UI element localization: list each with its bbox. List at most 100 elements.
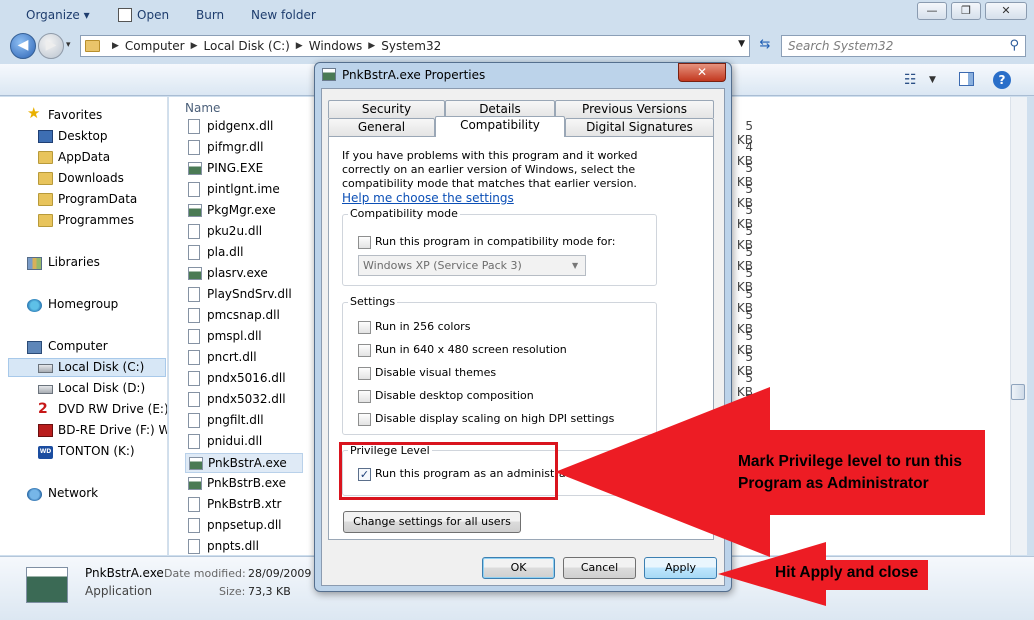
change-settings-all-users-button[interactable]: Change settings for all users <box>343 511 521 533</box>
nav-libraries[interactable]: Libraries <box>48 255 100 269</box>
organize-button[interactable]: Organize ▾ <box>26 8 90 22</box>
back-button[interactable]: ◀ <box>10 33 36 59</box>
tab-digital-signatures[interactable]: Digital Signatures <box>565 118 714 136</box>
breadcrumb-local-disk[interactable]: Local Disk (C:) <box>204 39 290 53</box>
dialog-close-button[interactable]: ✕ <box>678 63 726 82</box>
vertical-scrollbar[interactable] <box>1010 97 1027 555</box>
minimize-button[interactable]: — <box>917 2 947 20</box>
breadcrumb-system32[interactable]: System32 <box>381 39 441 53</box>
refresh-button[interactable]: ⇆ <box>754 37 776 55</box>
nav-programdata[interactable]: ProgramData <box>58 192 137 206</box>
tab-previous-versions[interactable]: Previous Versions <box>555 100 714 118</box>
burn-button[interactable]: Burn <box>196 8 224 22</box>
file-name: pmcsnap.dll <box>207 308 280 322</box>
file-name: pndx5016.dll <box>207 371 286 385</box>
star-icon: ★ <box>27 104 41 122</box>
compat-os-select[interactable]: Windows XP (Service Pack 3) <box>358 255 586 276</box>
chevron-down-icon[interactable]: ▼ <box>929 75 936 85</box>
run-640x480-label: Run in 640 x 480 screen resolution <box>375 343 567 356</box>
file-name: plasrv.exe <box>207 266 268 280</box>
recent-pages-dropdown[interactable]: ▾ <box>66 40 71 50</box>
file-name: pintlgnt.ime <box>207 182 280 196</box>
nav-homegroup[interactable]: Homegroup <box>48 297 118 311</box>
tab-security[interactable]: Security <box>328 100 445 118</box>
navigation-pane: ★ Favorites Desktop AppData Downloads Pr… <box>0 97 168 555</box>
nav-programmes[interactable]: Programmes <box>58 213 134 227</box>
file-icon <box>188 329 200 344</box>
close-window-button[interactable]: ✕ <box>985 2 1027 20</box>
file-icon <box>188 539 200 554</box>
search-icon[interactable]: ⚲ <box>1009 38 1019 53</box>
file-name: pndx5032.dll <box>207 392 286 406</box>
address-bar[interactable]: ▶ Computer ▶ Local Disk (C:) ▶ Windows ▶… <box>80 35 750 57</box>
tab-compatibility[interactable]: Compatibility <box>435 116 565 137</box>
scrollbar-thumb[interactable] <box>1011 384 1025 400</box>
wd-drive-icon: WD <box>38 446 53 459</box>
details-file-name: PnkBstrA.exe <box>85 566 164 580</box>
disable-desktop-composition-checkbox[interactable] <box>358 390 371 403</box>
view-options-icon[interactable]: ☷ <box>904 72 917 88</box>
file-row[interactable]: PnkBstrA.exe <box>185 453 303 473</box>
bd-drive-icon <box>38 424 53 437</box>
dialog-title: PnkBstrA.exe Properties <box>342 68 486 82</box>
application-icon <box>188 204 202 217</box>
nav-appdata[interactable]: AppData <box>58 150 110 164</box>
chevron-right-icon[interactable]: ▶ <box>368 41 375 51</box>
file-icon <box>188 392 200 407</box>
ok-button[interactable]: OK <box>482 557 555 579</box>
nav-downloads[interactable]: Downloads <box>58 171 124 185</box>
settings-title: Settings <box>348 295 398 308</box>
breadcrumb-computer[interactable]: Computer <box>125 39 185 53</box>
file-name: pku2u.dll <box>207 224 263 238</box>
close-icon: ✕ <box>696 65 708 79</box>
file-name: pncrt.dll <box>207 350 257 364</box>
nav-tonton[interactable]: TONTON (K:) <box>58 444 135 458</box>
run-256-colors-checkbox[interactable] <box>358 321 371 334</box>
file-icon <box>188 224 200 239</box>
nav-favorites[interactable]: Favorites <box>48 108 102 122</box>
chevron-right-icon[interactable]: ▶ <box>296 41 303 51</box>
chevron-right-icon[interactable]: ▶ <box>112 41 119 51</box>
nav-computer[interactable]: Computer <box>48 339 108 353</box>
disable-dpi-scaling-checkbox[interactable] <box>358 413 371 426</box>
search-placeholder: Search System32 <box>788 39 894 53</box>
drive-icon <box>38 364 53 373</box>
tab-general[interactable]: General <box>328 118 435 136</box>
compat-mode-checkbox[interactable] <box>358 236 371 249</box>
disable-visual-themes-checkbox[interactable] <box>358 367 371 380</box>
open-icon <box>118 8 132 22</box>
chevron-right-icon[interactable]: ▶ <box>191 41 198 51</box>
application-icon <box>188 162 202 175</box>
help-icon[interactable]: ? <box>993 71 1011 89</box>
libraries-icon <box>27 257 42 270</box>
search-input[interactable]: Search System32 ⚲ <box>781 35 1026 57</box>
desktop-icon <box>38 130 53 143</box>
cancel-button[interactable]: Cancel <box>563 557 636 579</box>
file-icon <box>188 308 200 323</box>
nav-local-disk-c[interactable]: Local Disk (C:) <box>58 360 144 374</box>
details-modified-label: Date modified: <box>164 567 246 580</box>
nav-bd-drive[interactable]: BD-RE Drive (F:) WO <box>58 423 167 437</box>
application-icon <box>189 457 203 470</box>
file-name: pngfilt.dll <box>207 413 264 427</box>
file-icon <box>188 350 200 365</box>
breadcrumb-windows[interactable]: Windows <box>309 39 363 53</box>
forward-button[interactable]: ▶ <box>38 33 64 59</box>
preview-pane-icon[interactable] <box>959 72 974 86</box>
nav-dvd-drive[interactable]: DVD RW Drive (E:) BI <box>58 402 167 416</box>
run-640x480-checkbox[interactable] <box>358 344 371 357</box>
maximize-button[interactable]: ❐ <box>951 2 981 20</box>
help-link[interactable]: Help me choose the settings <box>342 191 514 205</box>
chevron-down-icon[interactable]: ▼ <box>738 39 745 49</box>
homegroup-icon <box>27 299 42 312</box>
file-icon <box>188 497 200 512</box>
open-button[interactable]: Open <box>137 8 169 22</box>
annotation-text-privilege: Mark Privilege level to run this Program… <box>738 453 962 492</box>
nav-local-disk-d[interactable]: Local Disk (D:) <box>58 381 145 395</box>
nav-network[interactable]: Network <box>48 486 98 500</box>
nav-desktop[interactable]: Desktop <box>58 129 108 143</box>
apply-button[interactable]: Apply <box>644 557 717 579</box>
folder-icon <box>38 172 53 185</box>
column-header-name[interactable]: Name <box>185 101 220 115</box>
new-folder-button[interactable]: New folder <box>251 8 316 22</box>
